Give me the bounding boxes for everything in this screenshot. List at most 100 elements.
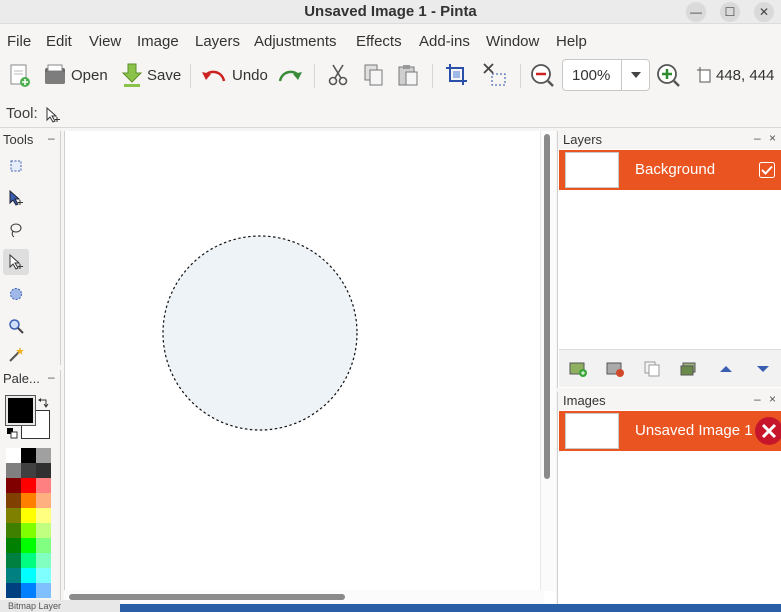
paste-button[interactable] — [397, 58, 419, 92]
swap-colors-icon[interactable] — [38, 398, 49, 409]
maximize-button[interactable]: ☐ — [720, 2, 740, 22]
cut-button[interactable] — [327, 58, 349, 92]
zoom-in-icon — [657, 64, 680, 87]
palette-swatch[interactable] — [21, 583, 36, 598]
collapse-icon[interactable]: – — [754, 131, 761, 145]
layer-thumbnail — [565, 152, 619, 188]
zoom-combobox[interactable]: 100% — [562, 59, 650, 91]
palette-swatch[interactable] — [36, 523, 51, 538]
layer-visibility-checkbox[interactable] — [759, 162, 775, 178]
menu-effects[interactable]: Effects — [356, 33, 402, 50]
palette-swatch[interactable] — [21, 553, 36, 568]
crop-button[interactable] — [445, 58, 469, 92]
palette-swatch[interactable] — [36, 493, 51, 508]
palette-swatch[interactable] — [36, 478, 51, 493]
menu-adjustments[interactable]: Adjustments — [254, 33, 337, 50]
palette-swatch[interactable] — [36, 508, 51, 523]
menu-file[interactable]: File — [7, 33, 31, 50]
minimize-button[interactable]: — — [686, 2, 706, 22]
delete-layer-button[interactable] — [605, 360, 625, 378]
palette-swatch[interactable] — [6, 493, 21, 508]
layers-panel-title: Layers — [563, 132, 603, 147]
copy-button[interactable] — [362, 58, 384, 92]
palette-swatch[interactable] — [21, 523, 36, 538]
palette-swatch[interactable] — [6, 508, 21, 523]
image-canvas[interactable] — [65, 131, 541, 591]
palette-swatch[interactable] — [21, 568, 36, 583]
canvas-area[interactable] — [64, 131, 556, 606]
collapse-icon[interactable]: – — [48, 131, 55, 145]
palette-swatch[interactable] — [36, 553, 51, 568]
menu-view[interactable]: View — [89, 33, 121, 50]
menu-help[interactable]: Help — [556, 33, 587, 50]
undo-button[interactable]: Undo — [200, 58, 268, 92]
close-image-button[interactable] — [754, 416, 781, 446]
move-selection-tool[interactable] — [3, 249, 29, 275]
zoom-out-button[interactable] — [529, 58, 555, 92]
palette-swatch[interactable] — [6, 448, 21, 463]
move-layer-down-button[interactable] — [753, 360, 773, 378]
palette-swatch[interactable] — [21, 478, 36, 493]
palette-swatch[interactable] — [36, 568, 51, 583]
crop-icon — [446, 64, 467, 85]
palette-swatch[interactable] — [36, 463, 51, 478]
collapse-icon[interactable]: – — [48, 370, 55, 384]
deselect-button[interactable] — [482, 58, 508, 92]
ellipse-select-tool[interactable] — [3, 281, 29, 307]
image-row[interactable]: Unsaved Image 1 — [559, 411, 781, 451]
duplicate-layer-button[interactable] — [642, 360, 662, 378]
close-window-button[interactable]: ✕ — [754, 2, 774, 22]
palette-swatch[interactable] — [6, 478, 21, 493]
palette-swatch[interactable] — [6, 538, 21, 553]
menu-window[interactable]: Window — [486, 33, 539, 50]
cut-icon — [328, 64, 348, 86]
zoom-tool[interactable] — [3, 313, 29, 339]
palette-swatch[interactable] — [6, 553, 21, 568]
new-image-button[interactable] — [8, 58, 32, 92]
move-layer-up-button[interactable] — [716, 360, 736, 378]
close-icon[interactable]: × — [769, 131, 776, 145]
palette-swatch[interactable] — [6, 568, 21, 583]
menu-add-ins[interactable]: Add-ins — [419, 33, 470, 50]
palette-swatch[interactable] — [21, 493, 36, 508]
palette-swatch[interactable] — [6, 463, 21, 478]
menu-edit[interactable]: Edit — [46, 33, 72, 50]
vertical-scrollbar[interactable] — [544, 134, 550, 479]
ellipse-selection[interactable] — [162, 235, 358, 431]
palette-swatch[interactable] — [21, 538, 36, 553]
rectangle-select-tool[interactable] — [3, 153, 29, 179]
layer-row[interactable]: Background — [559, 150, 781, 190]
image-name: Unsaved Image 1 — [635, 422, 753, 439]
open-button[interactable]: Open — [43, 58, 108, 92]
menu-layers[interactable]: Layers — [195, 33, 240, 50]
redo-button[interactable] — [276, 58, 304, 92]
primary-color-swatch[interactable] — [5, 395, 36, 426]
palette-swatch[interactable] — [36, 583, 51, 598]
tools-panel: Tools – — [0, 131, 61, 365]
zoom-in-button[interactable] — [655, 58, 681, 92]
add-layer-button[interactable] — [568, 360, 588, 378]
palette-swatch[interactable] — [36, 538, 51, 553]
reset-colors-icon[interactable] — [7, 428, 18, 439]
images-panel-title: Images — [563, 393, 606, 408]
palette-swatch[interactable] — [6, 523, 21, 538]
cursor-position-text: 448, 444 — [716, 66, 775, 84]
move-selected-tool[interactable] — [3, 185, 29, 211]
save-button[interactable]: Save — [121, 58, 181, 92]
menu-image[interactable]: Image — [137, 33, 179, 50]
palette-swatch[interactable] — [36, 448, 51, 463]
palette-swatch[interactable] — [6, 583, 21, 598]
save-label: Save — [147, 66, 182, 84]
merge-layer-down-button[interactable] — [679, 360, 699, 378]
palette-swatch[interactable] — [21, 448, 36, 463]
lasso-select-tool[interactable] — [3, 217, 29, 243]
palette-swatch[interactable] — [21, 508, 36, 523]
close-icon[interactable]: × — [769, 392, 776, 406]
collapse-icon[interactable]: – — [754, 392, 761, 406]
zoom-dropdown-button[interactable] — [621, 60, 649, 90]
magic-wand-tool[interactable] — [3, 345, 29, 363]
palette-panel-title: Pale... — [3, 371, 40, 386]
palette-swatch[interactable] — [21, 463, 36, 478]
zoom-value[interactable]: 100% — [572, 67, 610, 84]
layers-panel-header: Layers – × — [558, 131, 781, 149]
